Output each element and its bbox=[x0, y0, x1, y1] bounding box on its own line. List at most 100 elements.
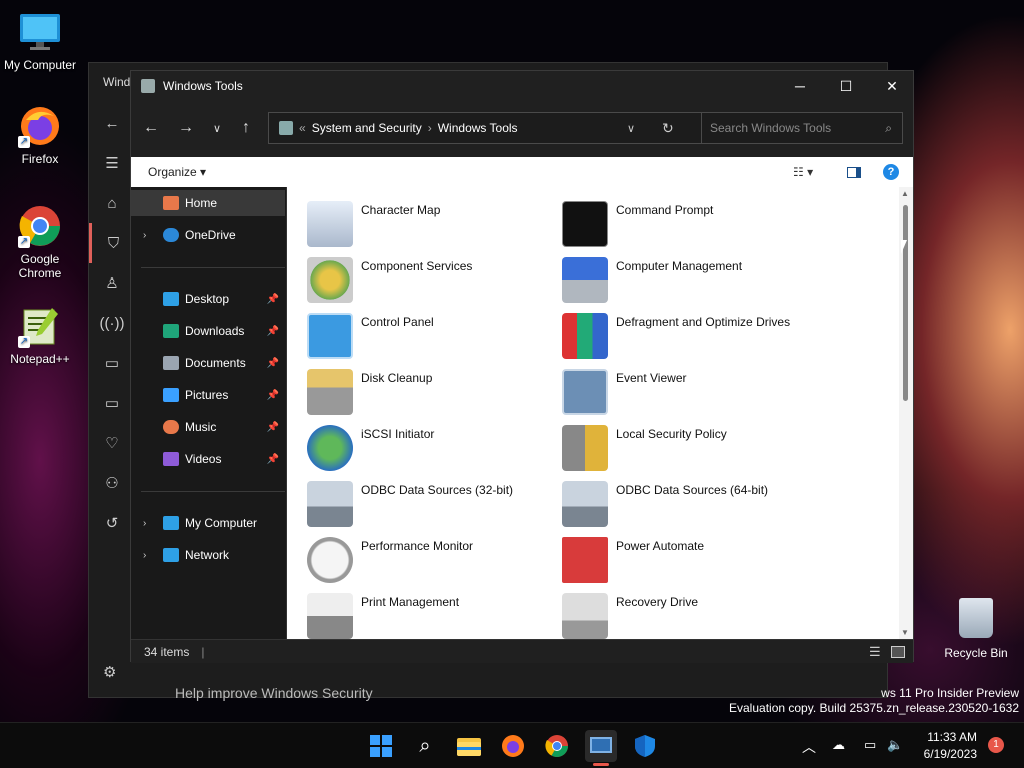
list-item[interactable]: iSCSI Initiator bbox=[307, 417, 557, 473]
sidebar-item-onedrive[interactable]: › OneDrive bbox=[131, 222, 285, 248]
shortcut-arrow-icon: ↗ bbox=[18, 336, 30, 348]
list-item[interactable]: Computer Management bbox=[562, 249, 812, 305]
tiles-view-icon[interactable] bbox=[891, 645, 905, 658]
list-item[interactable]: Power Automate bbox=[562, 529, 812, 585]
desktop-icon-notepad-plus-plus[interactable]: ↗ Notepad++ bbox=[0, 304, 80, 366]
wireless-icon[interactable]: ((·)) bbox=[89, 303, 135, 343]
back-arrow-icon[interactable]: ← bbox=[89, 103, 135, 143]
list-item[interactable]: Performance Monitor bbox=[307, 529, 557, 585]
sidebar-item-downloads[interactable]: Downloads 📌 bbox=[131, 318, 285, 344]
clock[interactable]: 11:33 AM 6/19/2023 bbox=[924, 729, 977, 763]
device-security-icon[interactable]: ▭ bbox=[89, 383, 135, 423]
forward-arrow-icon[interactable]: → bbox=[172, 109, 200, 147]
scroll-down-arrow-icon[interactable]: ▼ bbox=[901, 628, 909, 637]
title-bar[interactable]: Windows Tools ─ ☐ ✕ bbox=[131, 71, 913, 101]
desktop-icon-firefox[interactable]: ↗ Firefox bbox=[0, 104, 80, 166]
chrome-taskbar-button[interactable] bbox=[542, 731, 572, 761]
window-title: Windows Tools bbox=[163, 79, 243, 93]
family-icon[interactable]: ⚇ bbox=[89, 463, 135, 503]
shortcut-arrow-icon: ↗ bbox=[18, 236, 30, 248]
home-icon[interactable]: ⌂ bbox=[89, 183, 135, 223]
sidebar-item-home[interactable]: Home bbox=[131, 190, 285, 216]
desktop-icon-my-computer[interactable]: My Computer bbox=[0, 10, 80, 72]
notification-badge[interactable]: 1 bbox=[988, 737, 1004, 753]
recent-chevron-down-icon[interactable]: ∨ bbox=[203, 109, 231, 147]
sidebar-item-videos[interactable]: Videos 📌 bbox=[131, 446, 285, 472]
list-item[interactable]: Event Viewer bbox=[562, 361, 812, 417]
windows-tools-taskbar-button[interactable] bbox=[585, 730, 617, 766]
expand-chevron-icon[interactable]: › bbox=[143, 230, 146, 241]
close-button[interactable]: ✕ bbox=[869, 71, 915, 101]
list-item[interactable]: Recovery Drive bbox=[562, 585, 812, 639]
start-button[interactable] bbox=[366, 731, 396, 761]
file-explorer-taskbar-button[interactable] bbox=[454, 731, 484, 761]
details-view-icon[interactable]: ☰ bbox=[869, 644, 881, 660]
sidebar-item-documents[interactable]: Documents 📌 bbox=[131, 350, 285, 376]
sidebar-item-music[interactable]: Music 📌 bbox=[131, 414, 285, 440]
network-icon[interactable]: ▭ bbox=[864, 737, 876, 753]
volume-icon[interactable]: 🔈 bbox=[887, 737, 903, 753]
health-icon[interactable]: ♡ bbox=[89, 423, 135, 463]
sidebar-item-label: Music bbox=[185, 420, 217, 434]
history-icon[interactable]: ↺ bbox=[89, 503, 135, 543]
list-item[interactable]: Disk Cleanup bbox=[307, 361, 557, 417]
pin-icon[interactable]: 📌 bbox=[267, 454, 279, 465]
onedrive-cloud-icon[interactable]: ☁ bbox=[832, 737, 845, 753]
show-hidden-icons-chevron-icon[interactable]: ︿ bbox=[802, 737, 816, 757]
preview-pane-icon[interactable] bbox=[847, 166, 861, 178]
organize-menu-button[interactable]: Organize ▾ bbox=[148, 165, 206, 179]
firefox-taskbar-button[interactable] bbox=[498, 731, 528, 761]
folder-icon bbox=[457, 738, 481, 756]
settings-gear-icon[interactable]: ⚙ bbox=[103, 663, 116, 681]
list-item[interactable]: ODBC Data Sources (32-bit) bbox=[307, 473, 557, 529]
maximize-button[interactable]: ☐ bbox=[823, 71, 869, 101]
pin-icon[interactable]: 📌 bbox=[267, 422, 279, 433]
desktop-icon-label: Firefox bbox=[21, 152, 59, 166]
shield-icon[interactable]: ⛉ bbox=[89, 223, 135, 263]
list-item[interactable]: Component Services bbox=[307, 249, 557, 305]
chrome-icon: ↗ bbox=[18, 204, 62, 248]
scroll-up-arrow-icon[interactable]: ▲ bbox=[901, 189, 909, 198]
list-item[interactable]: Character Map bbox=[307, 193, 557, 249]
scrollbar-thumb[interactable] bbox=[903, 205, 908, 401]
up-arrow-icon[interactable]: ↑ bbox=[232, 109, 260, 147]
desktop-icon-recycle-bin[interactable]: Recycle Bin bbox=[938, 596, 1014, 660]
breadcrumb-system-and-security[interactable]: System and Security bbox=[312, 121, 422, 135]
sidebar-item-desktop[interactable]: Desktop 📌 bbox=[131, 286, 285, 312]
list-item[interactable]: Print Management bbox=[307, 585, 557, 639]
list-item[interactable]: Command Prompt bbox=[562, 193, 812, 249]
breadcrumb-overflow[interactable]: « bbox=[299, 121, 306, 135]
address-dropdown-icon[interactable]: ∨ bbox=[627, 122, 635, 135]
expand-chevron-icon[interactable]: › bbox=[143, 550, 146, 561]
view-options-icon[interactable]: ☷ ▾ bbox=[793, 165, 813, 179]
pin-icon[interactable]: 📌 bbox=[267, 326, 279, 337]
notepad-plus-plus-icon: ↗ bbox=[18, 304, 62, 348]
person-icon[interactable]: ♙ bbox=[89, 263, 135, 303]
expand-chevron-icon[interactable]: › bbox=[143, 518, 146, 529]
home-icon bbox=[163, 196, 179, 210]
hamburger-menu-icon[interactable]: ☰ bbox=[89, 143, 135, 183]
windows-security-taskbar-button[interactable] bbox=[630, 731, 660, 761]
recovery-drive-icon bbox=[562, 593, 608, 639]
breadcrumb-windows-tools[interactable]: Windows Tools bbox=[438, 121, 518, 135]
sidebar-item-pictures[interactable]: Pictures 📌 bbox=[131, 382, 285, 408]
minimize-button[interactable]: ─ bbox=[777, 71, 823, 101]
desktop-icon-chrome[interactable]: ↗ Google Chrome bbox=[0, 204, 80, 280]
list-item[interactable]: Defragment and Optimize Drives bbox=[562, 305, 812, 361]
list-item[interactable]: ODBC Data Sources (64-bit) bbox=[562, 473, 812, 529]
app-browser-icon[interactable]: ▭ bbox=[89, 343, 135, 383]
refresh-icon[interactable]: ↻ bbox=[662, 120, 674, 137]
help-icon[interactable]: ? bbox=[883, 164, 899, 180]
vertical-scrollbar[interactable]: ▲ ▼ bbox=[899, 187, 913, 639]
search-button[interactable]: ⌕ bbox=[410, 731, 440, 761]
odbc-64-icon bbox=[562, 481, 608, 527]
pin-icon[interactable]: 📌 bbox=[267, 358, 279, 369]
sidebar-item-my-computer[interactable]: › My Computer bbox=[131, 510, 285, 536]
sidebar-item-network[interactable]: › Network bbox=[131, 542, 285, 568]
search-input[interactable]: Search Windows Tools ⌕ bbox=[701, 112, 903, 144]
pin-icon[interactable]: 📌 bbox=[267, 390, 279, 401]
pin-icon[interactable]: 📌 bbox=[267, 294, 279, 305]
list-item[interactable]: Control Panel bbox=[307, 305, 557, 361]
back-arrow-icon[interactable]: ← bbox=[137, 109, 165, 147]
list-item[interactable]: Local Security Policy bbox=[562, 417, 812, 473]
